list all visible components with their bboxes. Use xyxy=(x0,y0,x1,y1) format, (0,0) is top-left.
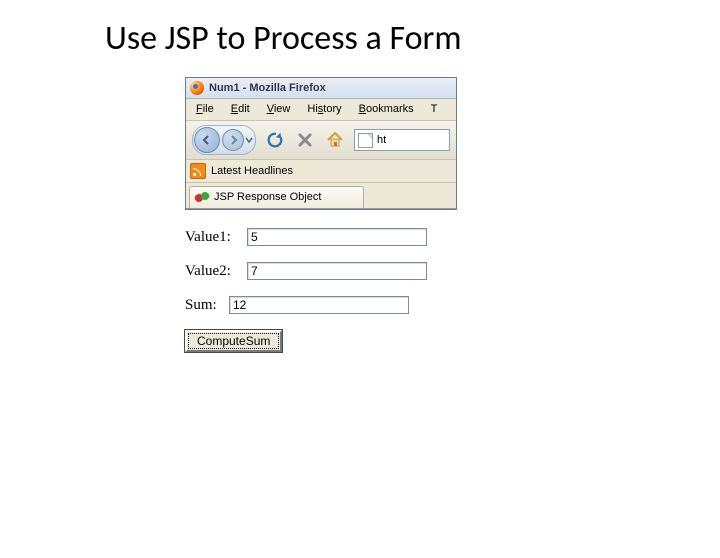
slide-title: Use JSP to Process a Form xyxy=(105,18,720,59)
sum-input[interactable] xyxy=(229,296,409,314)
arrow-left-icon xyxy=(202,135,212,145)
value2-label: Value2: xyxy=(185,263,247,280)
arrow-right-icon xyxy=(228,135,238,145)
navigation-toolbar: ht xyxy=(186,121,456,160)
menu-history[interactable]: History xyxy=(299,102,349,117)
value2-input[interactable] xyxy=(247,262,427,280)
forward-button[interactable] xyxy=(222,129,244,151)
tab-jsp-response[interactable]: JSP Response Object xyxy=(189,186,364,208)
stop-button[interactable] xyxy=(294,129,316,151)
url-text: ht xyxy=(377,135,386,146)
bookmarks-toolbar: Latest Headlines xyxy=(186,160,456,183)
window-titlebar: Num1 - Mozilla Firefox xyxy=(186,78,456,99)
tab-bar: JSP Response Object xyxy=(186,183,456,209)
home-button[interactable] xyxy=(324,129,346,151)
tab-label: JSP Response Object xyxy=(214,192,321,203)
menu-edit[interactable]: Edit xyxy=(223,102,258,117)
reload-icon xyxy=(266,131,284,149)
home-icon xyxy=(326,131,344,149)
page-content: Value1: Value2: Sum: ComputeSum xyxy=(185,228,455,352)
menu-bookmarks[interactable]: Bookmarks xyxy=(351,102,422,117)
value1-input[interactable] xyxy=(247,228,427,246)
address-bar[interactable]: ht xyxy=(354,129,450,151)
firefox-icon xyxy=(190,81,204,95)
jsp-tab-icon xyxy=(195,190,209,204)
menu-tools-partial[interactable]: T xyxy=(423,102,446,117)
rss-icon xyxy=(190,163,206,179)
reload-button[interactable] xyxy=(264,129,286,151)
menu-view[interactable]: View xyxy=(259,102,299,117)
history-dropdown[interactable] xyxy=(244,128,254,152)
page-icon xyxy=(358,133,373,148)
back-button[interactable] xyxy=(194,127,220,153)
chevron-down-icon xyxy=(245,136,253,144)
window-title: Num1 - Mozilla Firefox xyxy=(209,83,326,94)
menu-bar: File Edit View History Bookmarks T xyxy=(186,99,456,121)
latest-headlines-bookmark[interactable]: Latest Headlines xyxy=(211,166,293,177)
sum-label: Sum: xyxy=(185,297,229,314)
compute-sum-button[interactable]: ComputeSum xyxy=(185,330,282,352)
back-forward-group xyxy=(192,125,256,155)
value1-label: Value1: xyxy=(185,229,247,246)
stop-icon xyxy=(297,132,313,148)
menu-file[interactable]: File xyxy=(188,102,222,117)
browser-window: Num1 - Mozilla Firefox File Edit View Hi… xyxy=(185,77,457,210)
